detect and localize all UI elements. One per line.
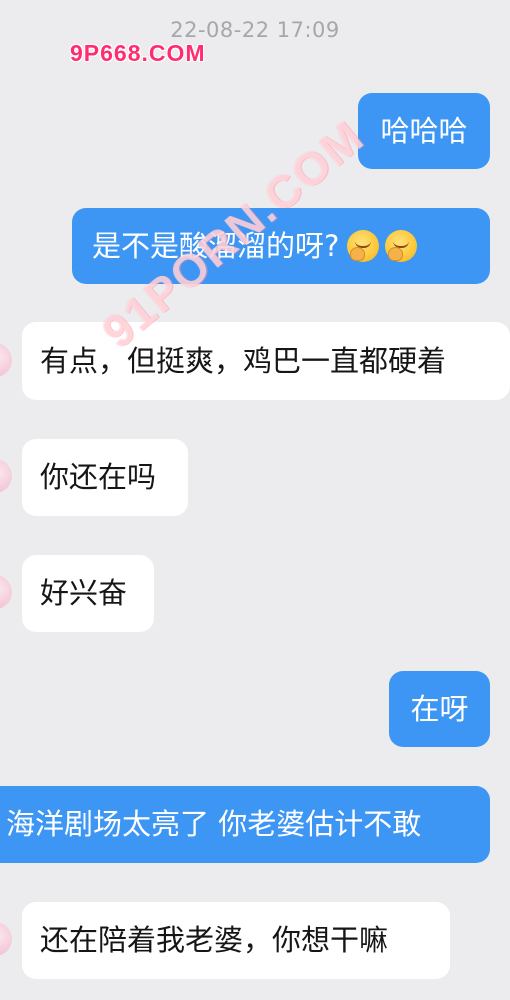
message-text: 海洋剧场太亮了 你老婆估计不敢: [6, 807, 422, 842]
message-bubble-incoming[interactable]: 你还在吗: [22, 439, 188, 516]
avatar[interactable]: [0, 343, 12, 377]
message-bubble-incoming[interactable]: 有点，但挺爽，鸡巴一直都硬着: [22, 322, 510, 400]
avatar[interactable]: [0, 922, 12, 956]
face-with-hand-over-mouth-icon: [347, 230, 380, 262]
avatar[interactable]: [0, 575, 12, 609]
message-text: 好兴奋: [40, 576, 128, 611]
message-text: 在呀: [410, 691, 469, 726]
avatar[interactable]: [0, 459, 12, 493]
message-bubble-outgoing[interactable]: 在呀: [389, 671, 490, 747]
message-text: 哈哈哈: [380, 113, 468, 148]
message-bubble-outgoing[interactable]: 哈哈哈: [358, 93, 490, 169]
message-bubble-incoming[interactable]: 好兴奋: [22, 555, 154, 632]
message-bubble-outgoing[interactable]: 是不是酸溜溜的呀?: [72, 208, 490, 284]
message-text: 是不是酸溜溜的呀?: [92, 228, 340, 263]
message-bubble-outgoing[interactable]: 海洋剧场太亮了 你老婆估计不敢: [0, 786, 490, 863]
watermark-logo: 9P668.COM: [70, 40, 206, 66]
chat-timestamp: 22-08-22 17:09: [170, 18, 340, 42]
message-text: 还在陪着我老婆，你想干嘛: [40, 923, 389, 958]
message-bubble-incoming[interactable]: 还在陪着我老婆，你想干嘛: [22, 902, 450, 979]
face-with-hand-over-mouth-icon: [385, 230, 418, 262]
message-text: 有点，但挺爽，鸡巴一直都硬着: [40, 343, 447, 378]
message-text: 你还在吗: [40, 460, 157, 495]
